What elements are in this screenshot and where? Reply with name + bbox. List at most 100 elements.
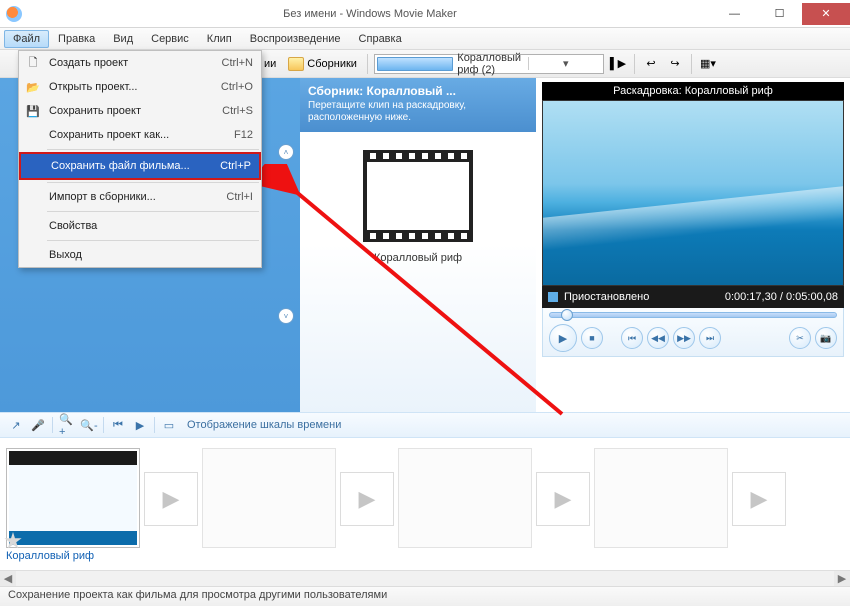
transition-slot[interactable]: ▶ bbox=[536, 472, 590, 526]
rewind-all-icon[interactable]: ⏮ bbox=[110, 417, 126, 433]
maximize-button[interactable]: ☐ bbox=[757, 3, 802, 25]
blank-icon bbox=[23, 247, 43, 263]
timeline-toolbar: ↗ 🎤 🔍+ 🔍- ⏮ ▶ ▭ Отображение шкалы времен… bbox=[0, 412, 850, 438]
clip-thumbnail[interactable] bbox=[363, 150, 473, 242]
folder-open-icon: 📂 bbox=[23, 79, 43, 95]
title-bar: Без имени - Windows Movie Maker — ☐ ✕ bbox=[0, 0, 850, 28]
blank-icon bbox=[23, 127, 43, 143]
filmstrip-perf-bot bbox=[363, 230, 473, 242]
window-title: Без имени - Windows Movie Maker bbox=[28, 8, 712, 20]
split-button[interactable]: ✂ bbox=[789, 327, 811, 349]
menu-separator bbox=[47, 211, 259, 212]
preview-title: Раскадровка: Коралловый риф bbox=[542, 82, 844, 100]
blank-icon bbox=[25, 158, 45, 174]
star-icon bbox=[4, 532, 22, 550]
toolbar-btn-im[interactable]: ии bbox=[260, 56, 280, 72]
collection-combo-value: Коралловый риф (2) bbox=[453, 52, 527, 76]
forward-button[interactable]: ▶▶ bbox=[673, 327, 695, 349]
close-button[interactable]: ✕ bbox=[802, 3, 850, 25]
toolbar-separator bbox=[691, 54, 692, 74]
folder-icon bbox=[288, 57, 304, 71]
clip-label: Коралловый риф bbox=[374, 252, 462, 264]
collection-header: Сборник: Коралловый ... Перетащите клип … bbox=[300, 78, 536, 132]
preview-time: 0:00:17,30 / 0:05:00,08 bbox=[725, 291, 838, 303]
minimize-button[interactable]: — bbox=[712, 3, 757, 25]
play-timeline-icon[interactable]: ▶ bbox=[132, 417, 148, 433]
save-icon: 💾 bbox=[23, 103, 43, 119]
storyboard-empty-slot[interactable] bbox=[594, 448, 728, 548]
menu-separator bbox=[47, 240, 259, 241]
toolbar-collections[interactable]: Сборники bbox=[284, 55, 361, 73]
menu-item-saveas[interactable]: Сохранить проект как...F12 bbox=[19, 123, 261, 147]
storyboard-clip-label: Коралловый риф bbox=[6, 550, 140, 562]
blank-icon bbox=[23, 218, 43, 234]
storyboard: Коралловый риф ▶ ▶ ▶ ▶ bbox=[0, 438, 850, 570]
preview-pane: Раскадровка: Коралловый риф Приостановле… bbox=[536, 78, 850, 412]
collection-subtitle: Перетащите клип на раскадровку, располож… bbox=[308, 100, 528, 124]
collection-combo[interactable]: Коралловый риф (2) ▾ bbox=[374, 54, 604, 74]
stop-indicator-icon bbox=[548, 292, 558, 302]
menu-view[interactable]: Вид bbox=[104, 30, 142, 48]
status-bar: Сохранение проекта как фильма для просмо… bbox=[0, 586, 850, 606]
collection-icon bbox=[377, 57, 453, 71]
stop-button[interactable]: ■ bbox=[581, 327, 603, 349]
zoom-out-icon[interactable]: 🔍- bbox=[81, 417, 97, 433]
nav-up-button[interactable]: ▌▶ bbox=[608, 54, 628, 74]
preview-statusbar: Приостановлено 0:00:17,30 / 0:05:00,08 bbox=[542, 286, 844, 308]
toolbar-separator bbox=[367, 54, 368, 74]
menu-play[interactable]: Воспроизведение bbox=[241, 30, 350, 48]
menu-tools[interactable]: Сервис bbox=[142, 30, 198, 48]
new-doc-icon: 🗋 bbox=[23, 55, 43, 71]
seek-knob[interactable] bbox=[561, 309, 573, 321]
menu-item-exit[interactable]: Выход bbox=[19, 243, 261, 267]
seek-bar[interactable] bbox=[549, 312, 837, 318]
preview-controls: ▶ ■ ⏮ ◀◀ ▶▶ ⏭ ✂ 📷 bbox=[542, 308, 844, 357]
nav-fwd-button[interactable]: ↪ bbox=[665, 54, 685, 74]
transition-slot[interactable]: ▶ bbox=[732, 472, 786, 526]
preview-state: Приостановлено bbox=[564, 291, 649, 303]
prev-button[interactable]: ⏮ bbox=[621, 327, 643, 349]
play-button[interactable]: ▶ bbox=[549, 324, 577, 352]
pane-collapse-down[interactable]: ˅ bbox=[278, 308, 294, 324]
menu-edit[interactable]: Правка bbox=[49, 30, 104, 48]
menu-item-save[interactable]: 💾 Сохранить проектCtrl+S bbox=[19, 99, 261, 123]
transition-slot[interactable]: ▶ bbox=[144, 472, 198, 526]
storyboard-empty-slot[interactable] bbox=[202, 448, 336, 548]
mic-icon[interactable]: 🎤 bbox=[30, 417, 46, 433]
window-buttons: — ☐ ✕ bbox=[712, 3, 850, 25]
storyboard-clip[interactable] bbox=[6, 448, 140, 548]
rewind-button[interactable]: ◀◀ bbox=[647, 327, 669, 349]
nav-back-button[interactable]: ↩ bbox=[641, 54, 661, 74]
filmstrip-perf-top bbox=[363, 150, 473, 162]
snapshot-button[interactable]: 📷 bbox=[815, 327, 837, 349]
pane-collapse-up[interactable]: ˄ bbox=[278, 144, 294, 160]
menu-bar: Файл Правка Вид Сервис Клип Воспроизведе… bbox=[0, 28, 850, 50]
transition-slot[interactable]: ▶ bbox=[340, 472, 394, 526]
file-menu-dropdown: 🗋 Создать проектCtrl+N 📂 Открыть проект.… bbox=[18, 50, 262, 268]
collection-heading: Сборник: Коралловый ... bbox=[308, 84, 528, 98]
menu-help[interactable]: Справка bbox=[350, 30, 411, 48]
app-icon bbox=[6, 6, 22, 22]
zoom-in-icon[interactable]: 🔍+ bbox=[59, 417, 75, 433]
blank-icon bbox=[23, 189, 43, 205]
view-mode-button[interactable]: ▦▾ bbox=[698, 54, 718, 74]
menu-clip[interactable]: Клип bbox=[198, 30, 241, 48]
menu-separator bbox=[47, 182, 259, 183]
menu-item-save-movie[interactable]: Сохранить файл фильма...Ctrl+P bbox=[19, 152, 261, 180]
collection-pane: Сборник: Коралловый ... Перетащите клип … bbox=[300, 78, 536, 412]
toolbar-separator bbox=[634, 54, 635, 74]
chevron-down-icon[interactable]: ▾ bbox=[528, 57, 603, 70]
timeline-view-icon[interactable]: ▭ bbox=[161, 417, 177, 433]
storyboard-empty-slot[interactable] bbox=[398, 448, 532, 548]
preview-screen[interactable] bbox=[542, 100, 844, 286]
menu-item-open[interactable]: 📂 Открыть проект...Ctrl+O bbox=[19, 75, 261, 99]
collection-body: Коралловый риф bbox=[300, 132, 536, 412]
timeline-label[interactable]: Отображение шкалы времени bbox=[187, 419, 341, 431]
menu-separator bbox=[47, 149, 259, 150]
menu-item-import[interactable]: Импорт в сборники...Ctrl+I bbox=[19, 185, 261, 209]
menu-file[interactable]: Файл bbox=[4, 30, 49, 48]
next-button[interactable]: ⏭ bbox=[699, 327, 721, 349]
menu-item-props[interactable]: Свойства bbox=[19, 214, 261, 238]
menu-item-create[interactable]: 🗋 Создать проектCtrl+N bbox=[19, 51, 261, 75]
pointer-icon[interactable]: ↗ bbox=[8, 417, 24, 433]
